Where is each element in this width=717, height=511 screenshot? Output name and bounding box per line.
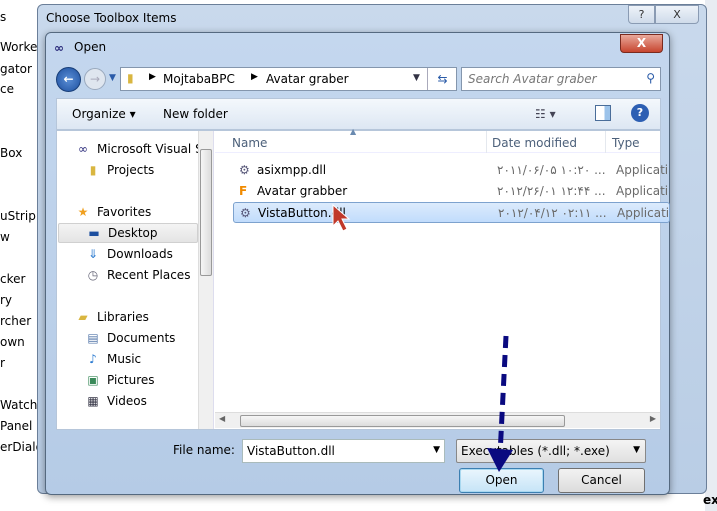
annotation-arrow-head [487,448,513,472]
annotation-arrow-line [497,335,509,456]
annotation-overlay [332,203,513,472]
mouse-cursor-icon [332,203,351,232]
